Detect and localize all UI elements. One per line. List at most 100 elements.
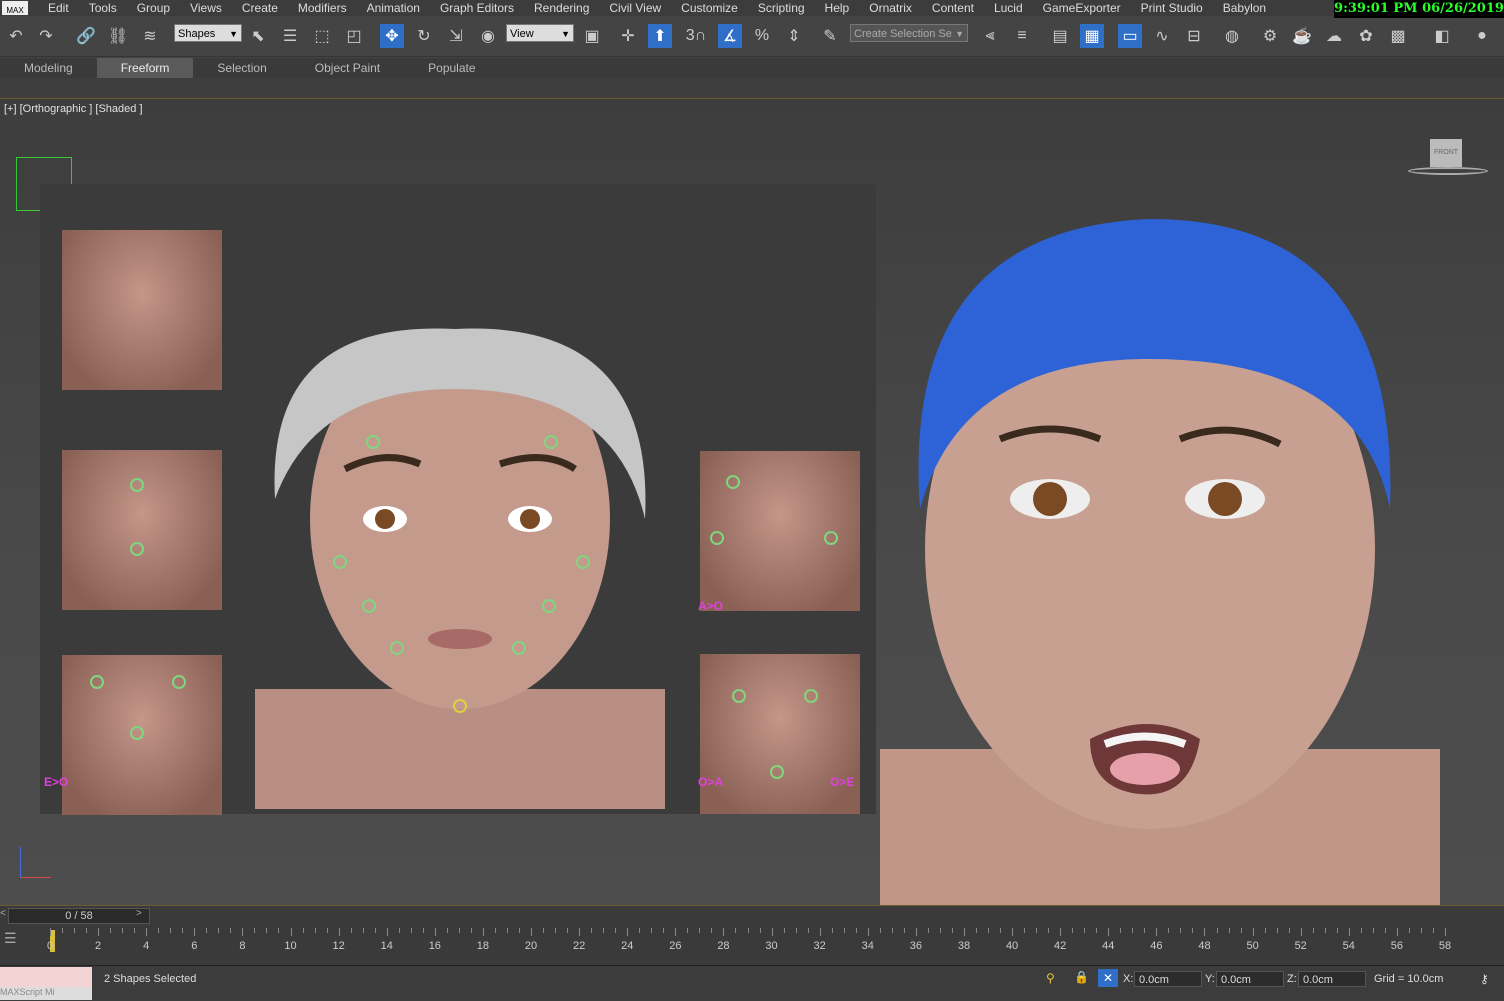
key-icon[interactable]: ⚷: [1480, 972, 1489, 986]
redo-icon[interactable]: ↷: [34, 24, 58, 48]
menu-content[interactable]: Content: [922, 0, 984, 16]
ribbon-tab-object-paint[interactable]: Object Paint: [291, 58, 404, 78]
unlink-icon[interactable]: ⛓: [106, 24, 130, 48]
keyboard-override-icon[interactable]: ⬆: [648, 24, 672, 48]
chin-control[interactable]: [130, 542, 144, 556]
menu-customize[interactable]: Customize: [671, 0, 748, 16]
named-selection-dropdown[interactable]: Create Selection Se ▼: [850, 24, 968, 42]
menu-animation[interactable]: Animation: [357, 0, 430, 16]
select-manipulate-icon[interactable]: ✛: [616, 24, 640, 48]
time-slider[interactable]: 0 / 58: [8, 908, 150, 924]
snap-toggle-icon[interactable]: 3 ∩: [684, 24, 708, 48]
menu-edit[interactable]: Edit: [38, 0, 79, 16]
x-coordinate-field[interactable]: 0.0cm: [1134, 971, 1202, 987]
selection-filter-dropdown[interactable]: Shapes ▼: [174, 24, 242, 42]
schematic-view-icon[interactable]: ⊟: [1182, 24, 1206, 48]
rig-head-model[interactable]: [255, 219, 675, 819]
render-setup-icon[interactable]: ⚙: [1258, 24, 1282, 48]
time-next-button[interactable]: >: [136, 908, 146, 922]
maxscript-listener[interactable]: [0, 967, 92, 987]
rotate-icon[interactable]: ↻: [412, 24, 436, 48]
brow-r-control[interactable]: [544, 435, 558, 449]
lip-r-control[interactable]: [512, 641, 526, 655]
smile-control[interactable]: [130, 478, 144, 492]
jaw-l-control[interactable]: [726, 475, 740, 489]
more-tools-icon[interactable]: ●: [1470, 24, 1494, 48]
menu-lucid[interactable]: Lucid: [984, 0, 1033, 16]
menu-ornatrix[interactable]: Ornatrix: [859, 0, 922, 16]
maxscript-mini-listener[interactable]: MAXScript Mi: [0, 987, 92, 1000]
render-iterative-icon[interactable]: ✿: [1354, 24, 1378, 48]
pucker-l-control[interactable]: [732, 689, 746, 703]
absolute-mode-icon[interactable]: ✕: [1098, 969, 1118, 987]
pivot-icon[interactable]: ▣: [580, 24, 604, 48]
viewport-layout-icon[interactable]: ◧: [1430, 24, 1454, 48]
viewport-label[interactable]: [+] [Orthographic ] [Shaded ]: [4, 103, 143, 115]
brow-l-control[interactable]: [366, 435, 380, 449]
link-icon[interactable]: 🔗: [74, 24, 98, 48]
lip-corner-l-control[interactable]: [90, 675, 104, 689]
isolate-icon[interactable]: ⚲: [1046, 971, 1055, 985]
align-icon[interactable]: ≡: [1010, 24, 1034, 48]
viewport-front[interactable]: [+] [Orthographic ] [Shaded ] E>O O>A O>…: [0, 99, 1504, 905]
ref-coord-dropdown[interactable]: View ▼: [506, 24, 574, 42]
scale-icon[interactable]: ⇲: [444, 24, 468, 48]
cheek-l-control[interactable]: [333, 555, 347, 569]
mouth-r-control[interactable]: [542, 599, 556, 613]
jaw-side-r-control[interactable]: [824, 531, 838, 545]
select-by-name-icon[interactable]: ☰: [278, 24, 302, 48]
jaw-control[interactable]: [453, 699, 467, 713]
menu-modifiers[interactable]: Modifiers: [288, 0, 357, 16]
ribbon-toggle-icon[interactable]: ▭: [1118, 24, 1142, 48]
timeline[interactable]: < 0 / 58 > ☰ 0 2 4 6 8 10 12 14 16 18 20 22 24 26 28 30…: [0, 905, 1504, 966]
menu-print-studio[interactable]: Print Studio: [1131, 0, 1213, 16]
menu-civil-view[interactable]: Civil View: [599, 0, 671, 16]
z-coordinate-field[interactable]: 0.0cm: [1298, 971, 1366, 987]
viewcube[interactable]: FRONT: [1430, 139, 1462, 167]
rect-selection-icon[interactable]: ⬚: [310, 24, 334, 48]
menu-scripting[interactable]: Scripting: [748, 0, 815, 16]
menu-gameexporter[interactable]: GameExporter: [1033, 0, 1131, 16]
menu-group[interactable]: Group: [127, 0, 180, 16]
mouth-l-control[interactable]: [362, 599, 376, 613]
undo-icon[interactable]: ↶: [4, 24, 28, 48]
move-icon[interactable]: ✥: [380, 24, 404, 48]
jaw-side-control[interactable]: [710, 531, 724, 545]
bind-spacewarp-icon[interactable]: ≋: [138, 24, 162, 48]
ribbon-tab-populate[interactable]: Populate: [404, 58, 499, 78]
render-frame-icon[interactable]: ☕: [1290, 24, 1314, 48]
ribbon-tab-freeform[interactable]: Freeform: [96, 58, 194, 78]
pucker-r-control[interactable]: [804, 689, 818, 703]
curve-editor-icon[interactable]: ∿: [1150, 24, 1174, 48]
render-icon[interactable]: ☁: [1322, 24, 1346, 48]
menu-views[interactable]: Views: [180, 0, 232, 16]
window-crossing-icon[interactable]: ◰: [342, 24, 366, 48]
percent-snap-icon[interactable]: %: [750, 24, 774, 48]
angle-snap-icon[interactable]: ∡: [718, 24, 742, 48]
layer-explorer-icon[interactable]: ▦: [1080, 24, 1104, 48]
scene-explorer-icon[interactable]: ▤: [1048, 24, 1072, 48]
menu-rendering[interactable]: Rendering: [524, 0, 599, 16]
lower-lip-control[interactable]: [130, 726, 144, 740]
mirror-icon[interactable]: ⫷: [978, 24, 1002, 48]
app-logo[interactable]: MAX: [2, 1, 28, 15]
menu-create[interactable]: Create: [232, 0, 288, 16]
rendered-head-model[interactable]: [880, 129, 1440, 905]
ribbon-tab-modeling[interactable]: Modeling: [0, 58, 97, 78]
place-icon[interactable]: ◉: [476, 24, 500, 48]
lip-corner-r-control[interactable]: [172, 675, 186, 689]
pucker-chin-control[interactable]: [770, 765, 784, 779]
edit-named-sel-icon[interactable]: ✎: [818, 24, 842, 48]
menu-help[interactable]: Help: [815, 0, 860, 16]
lock-icon[interactable]: 🔒: [1074, 970, 1089, 984]
select-object-icon[interactable]: ⬉: [246, 24, 270, 48]
track-bar-icon[interactable]: ☰: [4, 930, 26, 948]
menu-babylon[interactable]: Babylon: [1213, 0, 1276, 16]
timeline-ticks[interactable]: 0 2 4 6 8 10 12 14 16 18 20 22 24 26 28 30 32 34 36 38 40 42 4…: [47, 928, 1455, 958]
lip-l-control[interactable]: [390, 641, 404, 655]
time-prev-button[interactable]: <: [0, 908, 8, 922]
material-editor-icon[interactable]: ◍: [1220, 24, 1244, 48]
spinner-snap-icon[interactable]: ⇕: [782, 24, 806, 48]
viewcube-ring[interactable]: [1408, 167, 1488, 175]
render-cloud-icon[interactable]: ▩: [1386, 24, 1410, 48]
